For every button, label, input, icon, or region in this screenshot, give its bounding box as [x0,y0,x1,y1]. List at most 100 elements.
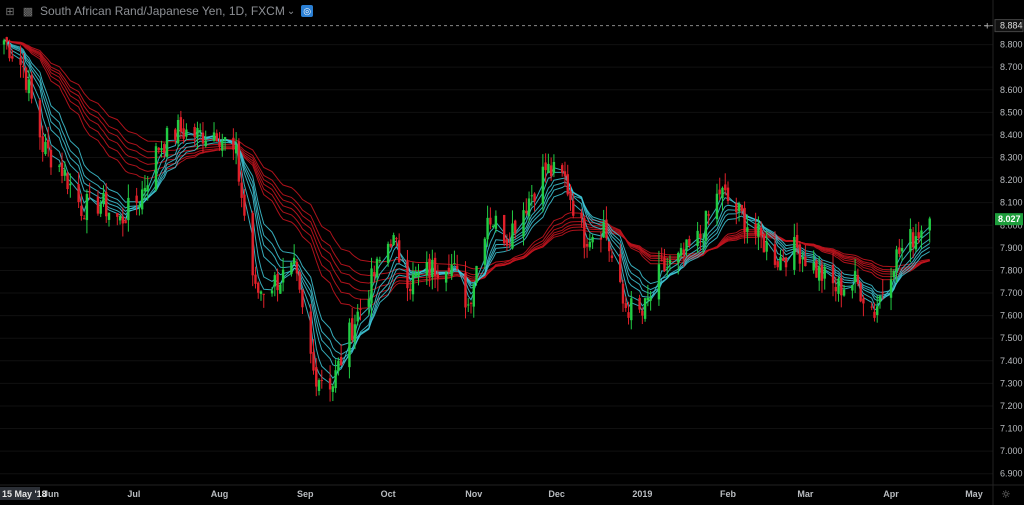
candle-body [146,185,149,192]
candle-body [588,241,592,248]
y-tick-label: 7.700 [1000,288,1023,298]
candle-body [928,218,931,231]
candle-body [831,264,835,284]
candle-body [715,193,719,220]
candle-body [525,210,528,214]
candle-body [561,165,564,173]
price-chart[interactable]: 8.800 8.700 8.600 8.500 8.400 8.300 8.200 8.100… [0,0,1024,505]
candle-body [273,275,277,287]
candle-body [812,262,815,271]
candle-body [851,284,854,291]
candle-body [895,249,898,271]
candle-body [309,311,312,354]
candle-body [754,223,757,235]
candle-body [240,182,243,198]
candle-body [270,290,274,294]
candle-body [58,165,61,167]
candle-body [547,163,550,173]
candle-body [699,233,702,239]
candle-body [69,183,72,186]
candle-body [701,241,705,243]
ema-slow-line [3,39,930,270]
start-date-label: 15 May '18 [2,489,47,499]
candle-body [649,297,652,301]
x-tick-label: Dec [548,489,565,499]
x-tick-label: Apr [883,489,899,499]
candle-body [315,367,318,387]
x-tick-label: May [965,489,983,499]
ema-slow-line [3,39,930,309]
candle-body [469,302,473,304]
candle-body [157,147,160,151]
x-tick-label: Jul [127,489,140,499]
y-tick-label: 8.100 [1000,198,1023,208]
candle-body [118,216,122,221]
candle-body [793,237,796,270]
candle-body [552,161,556,174]
candle-body [914,236,918,250]
candle-body [873,311,876,318]
candle-body [395,238,398,240]
candle-body [765,241,768,252]
candle-body [549,165,553,177]
candle-body [160,148,163,151]
candle-body [801,257,804,260]
candle-body [726,187,730,202]
candle-body [583,217,586,248]
candle-body [82,218,86,220]
y-tick-label: 6.900 [1000,469,1023,479]
candle-body [502,214,506,244]
candle-body [724,184,727,191]
candle-body [428,258,431,278]
candle-body [508,244,511,246]
candle-body [375,258,379,278]
candle-body [105,192,108,217]
candle-body [185,129,188,137]
candle-body [281,269,285,283]
highlight-price-label: 8.884 [1000,21,1023,31]
candle-body [842,289,846,296]
candle-body [602,222,605,238]
x-tick-label: Nov [465,489,482,499]
y-tick-label: 7.900 [1000,243,1023,253]
candle-body [591,237,594,243]
candle-body [436,274,440,279]
candle-body [782,258,785,261]
candle-body [99,204,102,214]
candle-body [450,264,453,277]
candle-body [605,219,608,239]
candle-body [784,257,788,268]
candle-body [254,274,257,284]
y-tick-label: 7.500 [1000,333,1023,343]
candle-body [472,284,475,307]
candle-body [475,265,478,283]
candle-body [444,272,448,283]
y-tick-label: 8.600 [1000,85,1023,95]
candle-body [179,117,183,132]
gear-icon[interactable]: ☼ [1001,488,1011,501]
candle-body [917,232,920,239]
y-tick-label: 7.400 [1000,356,1023,366]
candle-body [331,386,335,392]
candle-body [63,169,66,176]
candle-body [580,212,583,219]
candle-body [431,259,434,278]
candle-body [334,370,337,389]
candle-body [243,194,246,216]
candle-body [138,205,141,208]
candle-body [22,65,25,67]
y-tick-label: 7.000 [1000,446,1023,456]
candle-body [688,239,691,246]
candle-body [218,141,221,147]
candle-body [566,174,569,195]
candle-body [563,171,567,177]
candle-body [221,140,224,151]
candle-body [234,145,238,154]
candle-body [920,230,923,238]
candle-body [892,271,896,278]
candle-body [489,217,492,225]
candle-body [356,311,359,322]
candle-body [182,128,185,139]
candle-body [447,267,451,273]
y-tick-label: 7.300 [1000,378,1023,388]
